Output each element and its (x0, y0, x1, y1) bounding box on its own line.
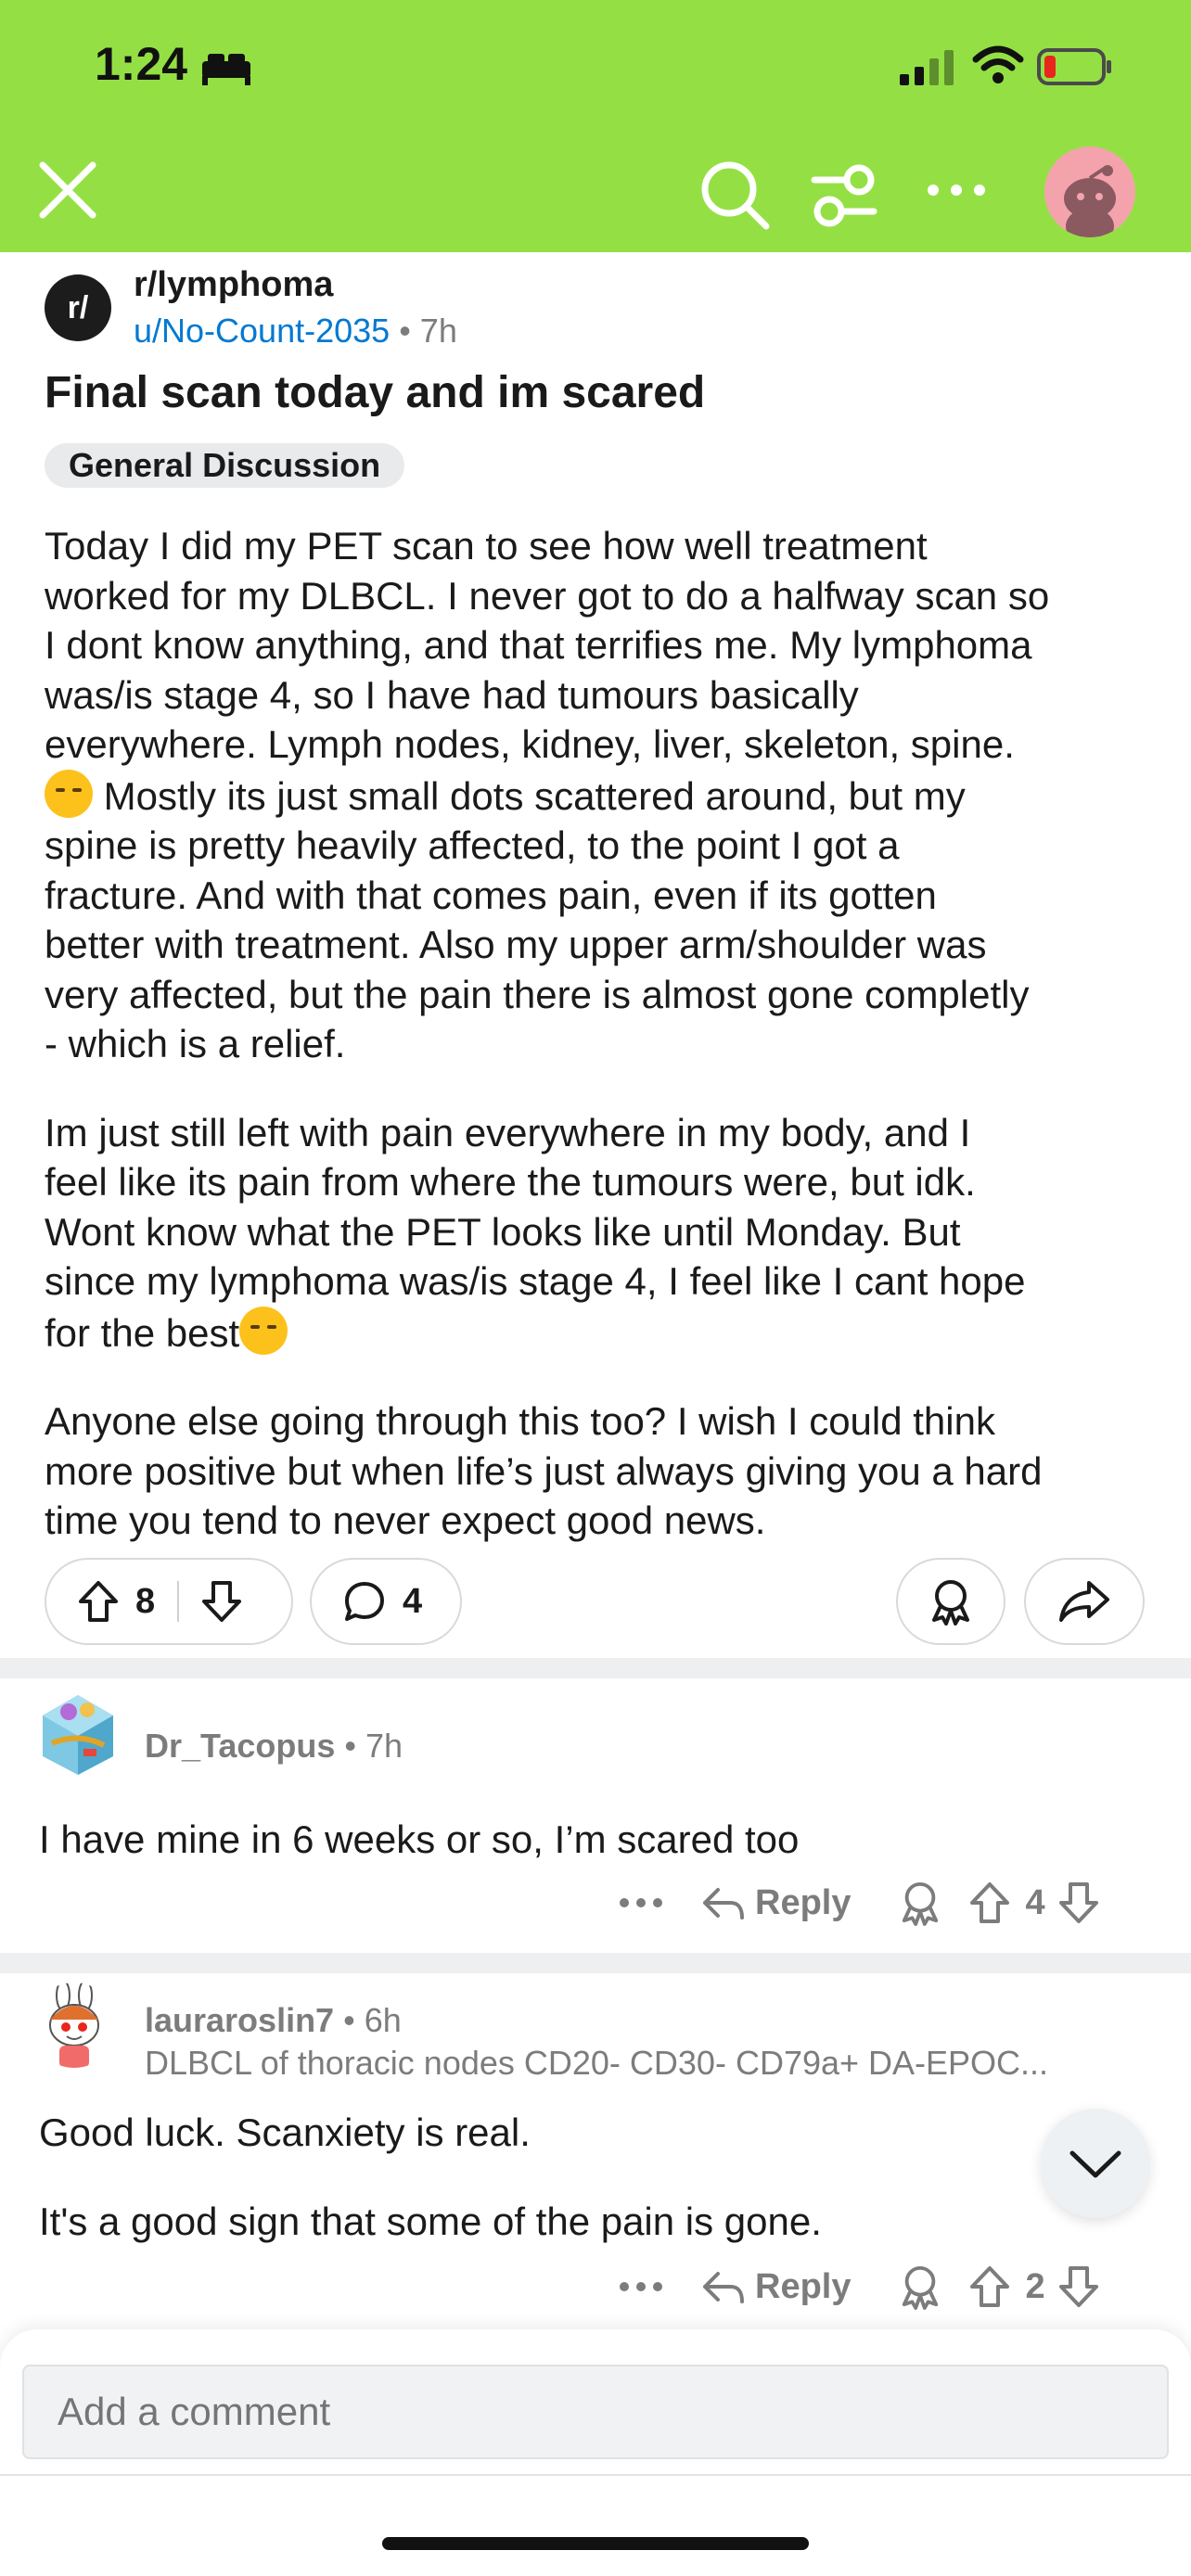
snoo-avatar-icon (1064, 165, 1116, 237)
post-author[interactable]: u/No-Count-2035 (134, 312, 390, 350)
user-flair: DLBCL of thoracic nodes CD20- CD30- CD79… (145, 2044, 1049, 2082)
sleep-focus-icon (202, 54, 250, 85)
comment-author[interactable]: Dr_Tacopus • 7h (145, 1727, 403, 1766)
post-paragraph-1-text-a: Today I did my PET scan to see how well … (45, 524, 1050, 766)
reply-button[interactable]: Reply (701, 2267, 851, 2307)
post-age: 7h (419, 312, 457, 350)
add-comment-input[interactable] (22, 2365, 1169, 2459)
comment-icon (345, 1582, 384, 1621)
section-divider (0, 1953, 1191, 1973)
subreddit-icon[interactable]: r/ (45, 274, 111, 341)
meta-separator: • (334, 2001, 365, 2039)
post-paragraph-2-text: Im just still left with pain everywhere … (45, 1110, 1026, 1355)
comment-username[interactable]: Dr_Tacopus (145, 1727, 335, 1765)
comment-body: I have mine in 6 weeks or so, I’m scared… (39, 1817, 800, 1861)
post-paragraph-2: Im just still left with pain everywhere … (45, 1108, 1158, 1358)
comments-button[interactable]: 4 (310, 1558, 462, 1645)
post-vote-count: 8 (135, 1581, 156, 1621)
reply-label: Reply (755, 2266, 852, 2306)
downvote-icon[interactable] (201, 1580, 242, 1623)
search-icon[interactable] (698, 158, 772, 232)
user-avatar-icon (43, 1695, 113, 1775)
reply-icon (703, 2272, 744, 2303)
award-icon[interactable] (899, 1880, 941, 1926)
share-button[interactable] (1024, 1558, 1145, 1645)
comment-body-line-2: It's a good sign that some of the pain i… (39, 2200, 822, 2243)
wifi-icon (972, 45, 1024, 83)
top-bar: 1:24 (0, 0, 1191, 252)
reply-button[interactable]: Reply (701, 1883, 851, 1923)
comment-username[interactable]: lauraroslin7 (145, 2001, 334, 2039)
post-body: Today I did my PET scan to see how well … (45, 521, 1158, 1585)
meta-separator: • (335, 1727, 365, 1765)
post-flair[interactable]: General Discussion (45, 443, 405, 488)
award-button[interactable] (896, 1558, 1005, 1645)
chevron-down-icon (1069, 2150, 1121, 2178)
comment-actions: Reply 2 (603, 2259, 1159, 2315)
vote-control: 8 (45, 1558, 293, 1645)
close-icon[interactable] (35, 158, 100, 223)
next-comment-button[interactable] (1041, 2109, 1150, 2218)
status-time: 1:24 (95, 38, 188, 90)
downvote-icon[interactable] (1058, 2265, 1099, 2308)
pensive-emoji-icon (45, 769, 93, 818)
comment-avatar[interactable] (32, 1983, 117, 2068)
downvote-icon[interactable] (1058, 1881, 1099, 1924)
section-divider (0, 1658, 1191, 1678)
share-icon (1059, 1581, 1109, 1622)
comment-age: 7h (365, 1727, 403, 1765)
comment-body-line-1: Good luck. Scanxiety is real. (39, 2111, 531, 2154)
comment-vote-count: 2 (1025, 2266, 1045, 2306)
comment-author[interactable]: lauraroslin7 • 6h (145, 2001, 402, 2040)
post-paragraph-3: Anyone else going through this too? I wi… (45, 1399, 1043, 1542)
award-icon[interactable] (899, 2264, 941, 2310)
reply-icon (703, 1888, 744, 1919)
avatar[interactable] (1044, 147, 1135, 237)
more-options-icon[interactable] (618, 2280, 664, 2293)
comment-avatar[interactable] (35, 1691, 121, 1777)
divider (0, 2474, 1191, 2476)
user-avatar-icon (32, 1983, 117, 2068)
pensive-emoji-icon (239, 1306, 288, 1355)
post-paragraph-1: Today I did my PET scan to see how well … (45, 521, 1158, 1069)
more-options-icon[interactable] (924, 167, 989, 213)
post-meta: u/No-Count-2035 • 7h (134, 312, 457, 351)
filter-icon[interactable] (809, 159, 879, 230)
comment-actions: Reply 4 (603, 1875, 1159, 1931)
post-comment-count: 4 (403, 1581, 423, 1621)
upvote-icon[interactable] (78, 1580, 119, 1623)
meta-separator: • (399, 312, 420, 350)
cell-signal-icon (900, 50, 954, 85)
comment-vote-count: 4 (1025, 1882, 1045, 1922)
home-indicator[interactable] (382, 2537, 809, 2550)
reply-label: Reply (755, 1882, 852, 1922)
upvote-icon[interactable] (969, 1881, 1010, 1924)
upvote-icon[interactable] (969, 2265, 1010, 2308)
comment-age: 6h (364, 2001, 402, 2039)
more-options-icon[interactable] (618, 1896, 664, 1909)
award-icon (932, 1580, 969, 1626)
battery-icon (1037, 48, 1111, 85)
vote-separator (177, 1581, 180, 1622)
post-title: Final scan today and im scared (45, 368, 706, 417)
subreddit-name[interactable]: r/lymphoma (134, 265, 333, 305)
post-paragraph-1-text-b: Mostly its just small dots scattered aro… (45, 773, 1030, 1066)
